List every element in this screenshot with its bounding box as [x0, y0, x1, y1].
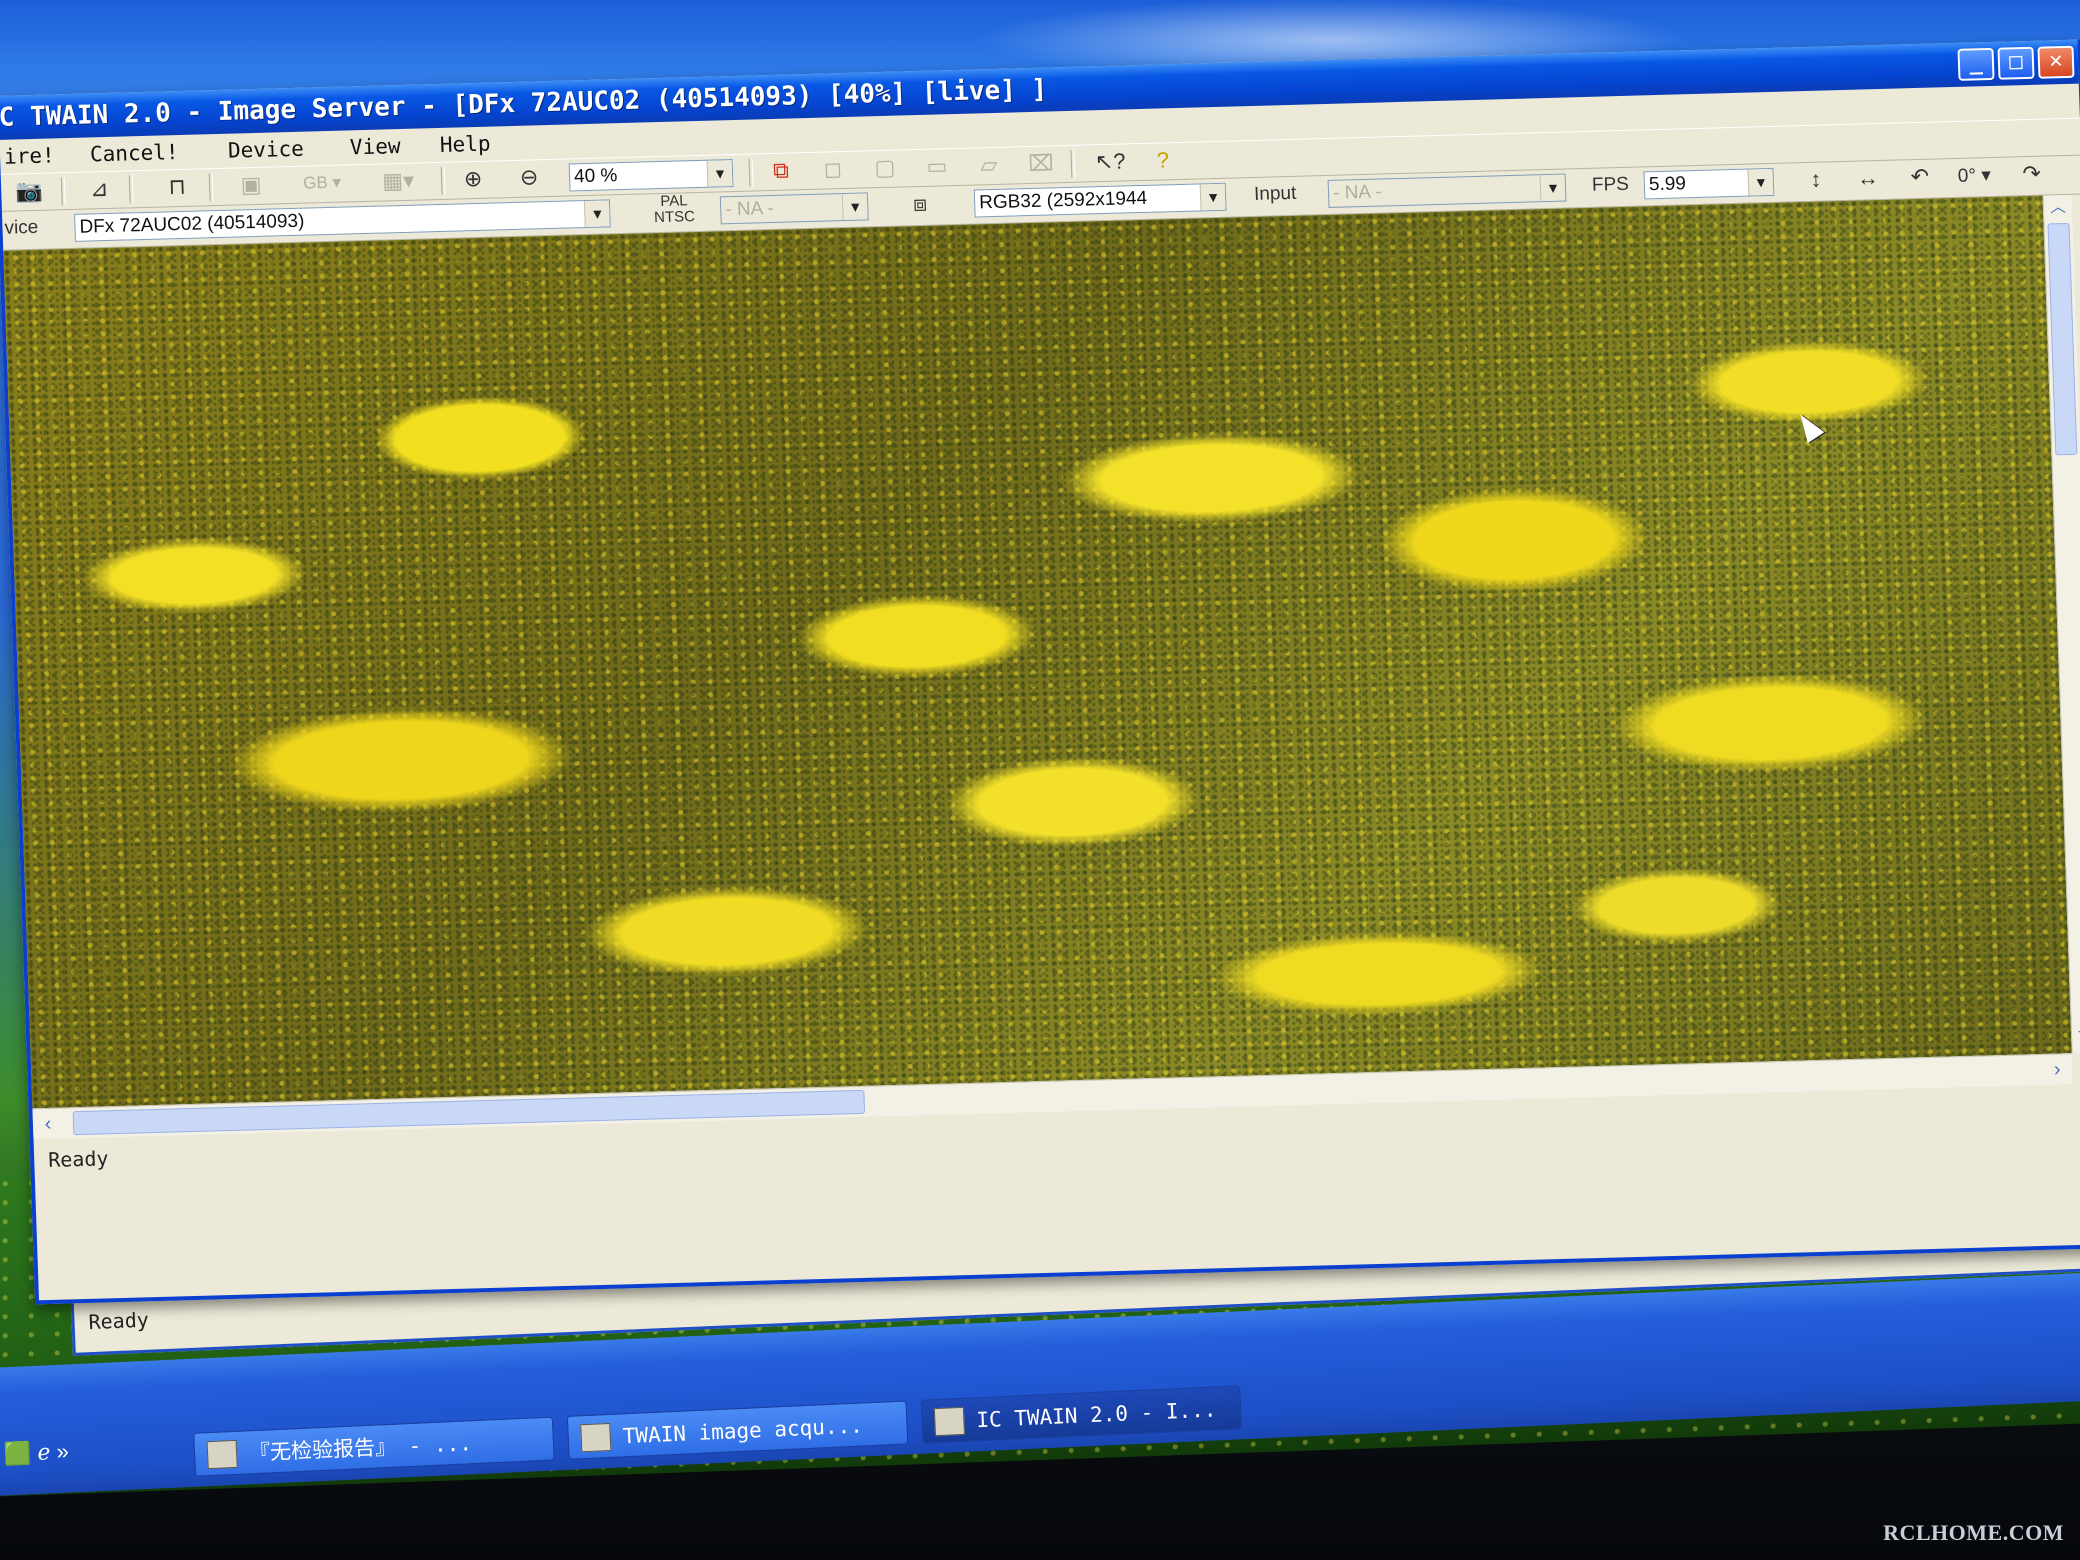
- taskbar-item-label: 『无检验报告』 - ...: [248, 1431, 473, 1466]
- video-norm-label: PAL NTSC: [653, 192, 696, 227]
- toolbar-separator: [128, 175, 134, 204]
- menu-help[interactable]: Help: [439, 127, 491, 162]
- vertical-scroll-thumb[interactable]: [2047, 222, 2078, 456]
- device-select[interactable]: DFx 72AUC02 (40514093) ▼: [74, 199, 611, 242]
- properties-icon[interactable]: ▣: [237, 172, 266, 199]
- menu-acquire[interactable]: ire!: [3, 138, 55, 173]
- toolbar-separator: [1070, 149, 1076, 178]
- rotate-left-icon[interactable]: ↶: [1905, 164, 1934, 191]
- rotate-right-icon[interactable]: ↷: [2017, 161, 2046, 188]
- video-norm-select[interactable]: - NA - ▼: [719, 192, 869, 225]
- chevron-down-icon: ▼: [841, 193, 868, 221]
- quick-launch: 🟩 ℯ »: [3, 1439, 70, 1482]
- fps-label: FPS: [1591, 173, 1630, 196]
- quick-launch-app-icon[interactable]: 🟩: [3, 1440, 32, 1466]
- zoom-select[interactable]: 40 % ▼: [568, 159, 734, 192]
- chevron-right-icon[interactable]: ›: [2042, 1054, 2073, 1085]
- close-button[interactable]: ✕: [2037, 45, 2075, 79]
- input-label: Input: [1253, 182, 1297, 205]
- histogram-icon[interactable]: ⊿: [85, 176, 114, 203]
- toolbar-separator: [440, 166, 446, 195]
- format-value: RGB32 (2592x1944: [978, 187, 1148, 214]
- camera-icon[interactable]: 📷: [15, 178, 44, 205]
- internet-explorer-icon[interactable]: ℯ: [37, 1439, 51, 1465]
- format-select[interactable]: RGB32 (2592x1944 ▼: [973, 182, 1227, 218]
- roi-icon[interactable]: ◻: [819, 156, 848, 183]
- zoom-in-icon[interactable]: ⊕: [459, 166, 488, 193]
- camera-icon: [580, 1422, 612, 1453]
- chevron-down-icon: ▼: [1199, 183, 1226, 211]
- toolbar-separator: [208, 173, 214, 202]
- video-norm-value: - NA -: [724, 197, 775, 221]
- rotation-value: 0°: [1957, 165, 1977, 187]
- chevron-down-icon: ▼: [1539, 174, 1566, 202]
- toolbar-separator: [748, 158, 754, 187]
- snapshot-icon[interactable]: ⧉: [767, 157, 796, 184]
- chevron-down-icon: ▼: [706, 160, 733, 187]
- input-select[interactable]: - NA - ▼: [1327, 173, 1567, 208]
- zoom-out-icon[interactable]: ⊖: [515, 164, 544, 191]
- device-value: DFx 72AUC02 (40514093): [79, 210, 305, 238]
- input-value: - NA -: [1332, 181, 1382, 204]
- export-icon[interactable]: ▭: [922, 153, 951, 180]
- background-window-status: Ready: [88, 1307, 150, 1335]
- watermark: RCLHOME.COM: [1883, 1520, 2064, 1545]
- rotation-select[interactable]: 0° ▾: [1957, 164, 1991, 188]
- taskbar-item-twain-acquire[interactable]: TWAIN image acqu...: [566, 1400, 909, 1460]
- chevron-up-icon[interactable]: ︿: [2044, 195, 2073, 222]
- chevron-down-icon[interactable]: ﹀: [2072, 1026, 2080, 1053]
- delete-icon[interactable]: ⌧: [1026, 150, 1055, 177]
- microscope-live-image: [3, 195, 2072, 1109]
- chevron-down-icon: ▼: [583, 200, 610, 228]
- menu-cancel[interactable]: Cancel!: [89, 135, 179, 171]
- maximize-button[interactable]: □: [1997, 46, 2035, 80]
- taskbar-item-label: TWAIN image acqu...: [622, 1413, 864, 1449]
- copy-icon[interactable]: ▱: [974, 152, 1003, 179]
- device-label: vice: [4, 216, 39, 239]
- overlay-icon[interactable]: ▢: [871, 155, 900, 182]
- chevron-left-icon[interactable]: ‹: [33, 1109, 64, 1140]
- minimize-button[interactable]: _: [1957, 47, 1995, 81]
- toolbar-separator: [60, 177, 66, 206]
- zoom-value: 40 %: [573, 165, 618, 188]
- quick-launch-more[interactable]: »: [56, 1439, 69, 1465]
- status-text: Ready: [47, 1146, 109, 1172]
- chevron-down-icon: ▼: [1747, 168, 1774, 196]
- flip-horizontal-icon[interactable]: ↔: [1853, 165, 1882, 192]
- app-icon: [933, 1406, 966, 1437]
- app-icon: [206, 1439, 238, 1470]
- fps-select[interactable]: 5.99 ▼: [1643, 167, 1775, 200]
- live-image-view[interactable]: [3, 195, 2072, 1109]
- taskbar-item-label: IC TWAIN 2.0 - I...: [975, 1397, 1217, 1433]
- flip-vertical-icon[interactable]: ↕: [1801, 166, 1830, 193]
- help-icon[interactable]: ?: [1148, 147, 1177, 174]
- context-help-icon[interactable]: ↖?: [1094, 148, 1126, 175]
- gb-label: GB: [302, 173, 329, 193]
- gb-button[interactable]: GB ▾: [297, 169, 348, 196]
- taskbar-item-report[interactable]: 『无检验报告』 - ...: [193, 1416, 555, 1477]
- taskbar-item-ic-twain[interactable]: IC TWAIN 2.0 - I...: [920, 1385, 1243, 1444]
- image-server-window[interactable]: C TWAIN 2.0 - Image Server - [DFx 72AUC0…: [0, 39, 2080, 1305]
- trigger-icon[interactable]: ⊓: [163, 174, 192, 201]
- format-icon[interactable]: ⧈: [906, 191, 935, 218]
- menu-view[interactable]: View: [349, 129, 401, 164]
- menu-device[interactable]: Device: [227, 132, 305, 168]
- fps-value: 5.99: [1648, 173, 1687, 196]
- grid-icon[interactable]: ▦▾: [373, 167, 424, 194]
